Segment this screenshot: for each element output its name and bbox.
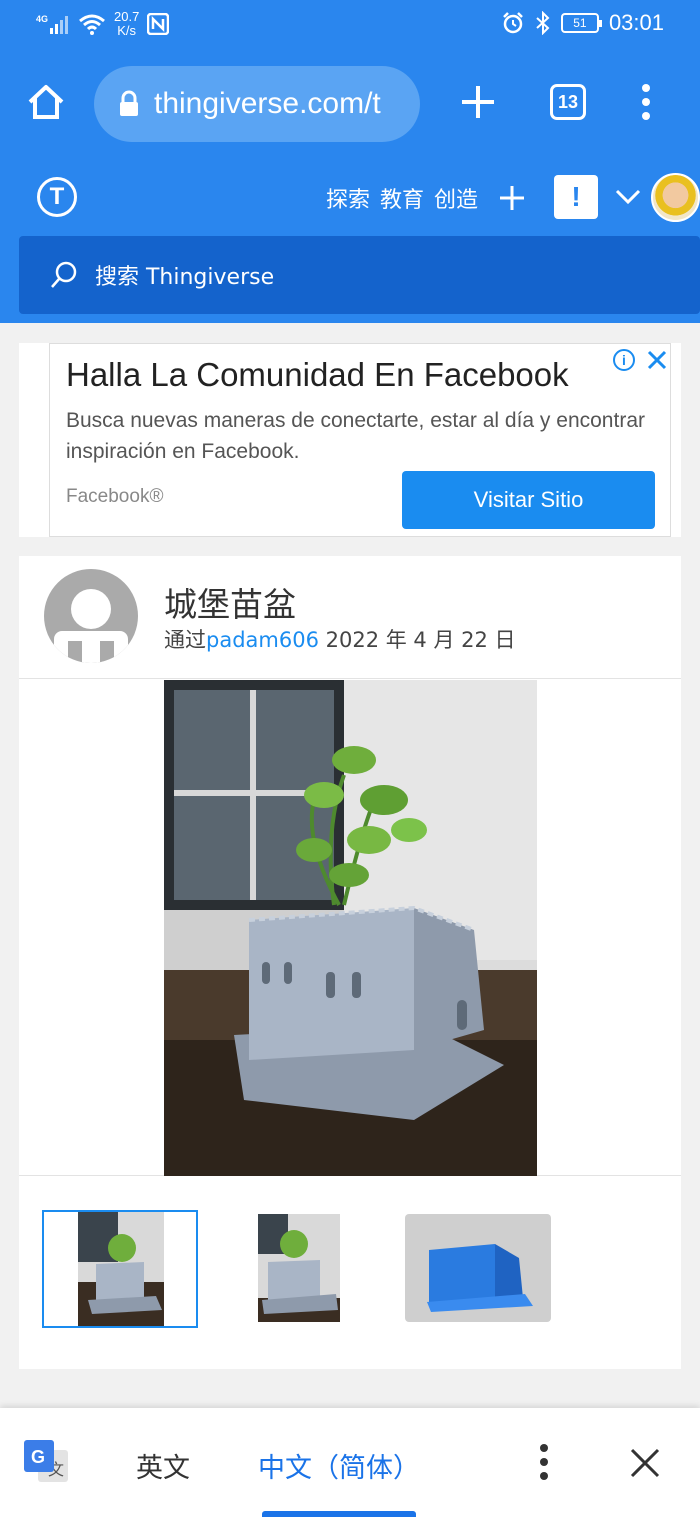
new-tab-button[interactable] — [460, 84, 496, 120]
signal-icon: 4G — [36, 14, 68, 34]
byline-prefix: 通过 — [164, 628, 206, 652]
create-plus-icon[interactable] — [498, 184, 526, 212]
battery-icon: 51 — [560, 13, 602, 33]
svg-text:G: G — [31, 1447, 45, 1467]
site-header: T 探索 教育 创造 ! 搜索 Thingiverse — [0, 158, 700, 323]
target-language-tab[interactable]: 中文（简体） — [258, 1446, 420, 1485]
thingiverse-logo[interactable]: T — [37, 177, 77, 217]
nfc-icon — [147, 13, 170, 35]
source-language-tab[interactable]: 英文 — [136, 1446, 190, 1485]
author-link[interactable]: padam606 — [206, 628, 319, 652]
main-nav: 探索 教育 创造 — [326, 182, 478, 214]
default-avatar-icon — [54, 589, 128, 663]
url-text: thingiverse.com/t — [154, 87, 381, 120]
address-bar[interactable]: thingiverse.com/t — [94, 66, 420, 142]
svg-text:4G: 4G — [36, 14, 48, 24]
thumbnail-photo-2 — [258, 1214, 340, 1322]
visit-site-button[interactable]: Visitar Sitio — [402, 471, 655, 529]
alarm-icon — [503, 12, 523, 34]
thumbnail-2[interactable] — [258, 1214, 340, 1322]
user-avatar[interactable] — [651, 173, 700, 222]
thumbnail-strip — [19, 1191, 681, 1331]
ad-description: Busca nuevas maneras de conectarte, esta… — [66, 409, 645, 463]
thing-card: 城堡苗盆 通过padam606 2022 年 4 月 22 日 — [19, 556, 681, 1369]
browser-menu-icon[interactable] — [636, 82, 656, 122]
thumbnail-photo-1 — [44, 1212, 196, 1326]
ad-close-icon[interactable] — [645, 348, 669, 372]
google-translate-icon[interactable]: 文 G — [24, 1440, 70, 1486]
publish-date: 2022 年 4 月 22 日 — [318, 628, 516, 652]
thumbnail-1[interactable] — [42, 1210, 198, 1328]
ad-info-icon[interactable]: i — [613, 349, 635, 371]
bluetooth-icon — [536, 11, 550, 35]
search-input[interactable]: 搜索 Thingiverse — [19, 236, 700, 314]
main-image-viewer[interactable] — [19, 678, 681, 1176]
browser-toolbar: thingiverse.com/t 13 — [0, 52, 700, 158]
network-speed: 20.7 K/s — [114, 9, 140, 38]
nav-education[interactable]: 教育 — [380, 182, 424, 214]
ad-brand: Facebook® — [66, 486, 164, 507]
wifi-icon — [79, 14, 105, 35]
close-icon[interactable] — [628, 1446, 662, 1480]
nav-create[interactable]: 创造 — [434, 182, 478, 214]
status-bar: 4G 20.7 K/s 51 03:01 — [0, 0, 700, 52]
thing-title: 城堡苗盆 — [164, 585, 296, 624]
lock-icon — [120, 90, 138, 116]
castle-planter-photo — [164, 680, 537, 1176]
notification-button[interactable]: ! — [554, 175, 598, 219]
nav-explore[interactable]: 探索 — [326, 182, 370, 214]
ad-card: Halla La Comunidad En Facebook Busca nue… — [19, 343, 681, 537]
ad-title[interactable]: Halla La Comunidad En Facebook — [66, 356, 569, 394]
selected-language-indicator — [262, 1511, 416, 1517]
home-icon[interactable] — [26, 82, 66, 122]
chevron-down-icon[interactable] — [614, 186, 642, 206]
creator-avatar[interactable] — [44, 569, 138, 663]
thumbnail-3[interactable] — [405, 1214, 551, 1322]
thing-byline: 通过padam606 2022 年 4 月 22 日 — [164, 624, 516, 654]
translate-menu-icon[interactable] — [534, 1442, 554, 1482]
tab-switcher-button[interactable]: 13 — [550, 84, 586, 120]
clock: 03:01 — [608, 10, 664, 35]
ad-content[interactable]: Halla La Comunidad En Facebook Busca nue… — [49, 343, 671, 537]
translate-bar: 文 G 英文 中文（简体） — [0, 1408, 700, 1517]
search-placeholder: 搜索 Thingiverse — [95, 265, 275, 290]
search-icon — [51, 261, 77, 288]
thumbnail-render-3 — [405, 1214, 551, 1322]
